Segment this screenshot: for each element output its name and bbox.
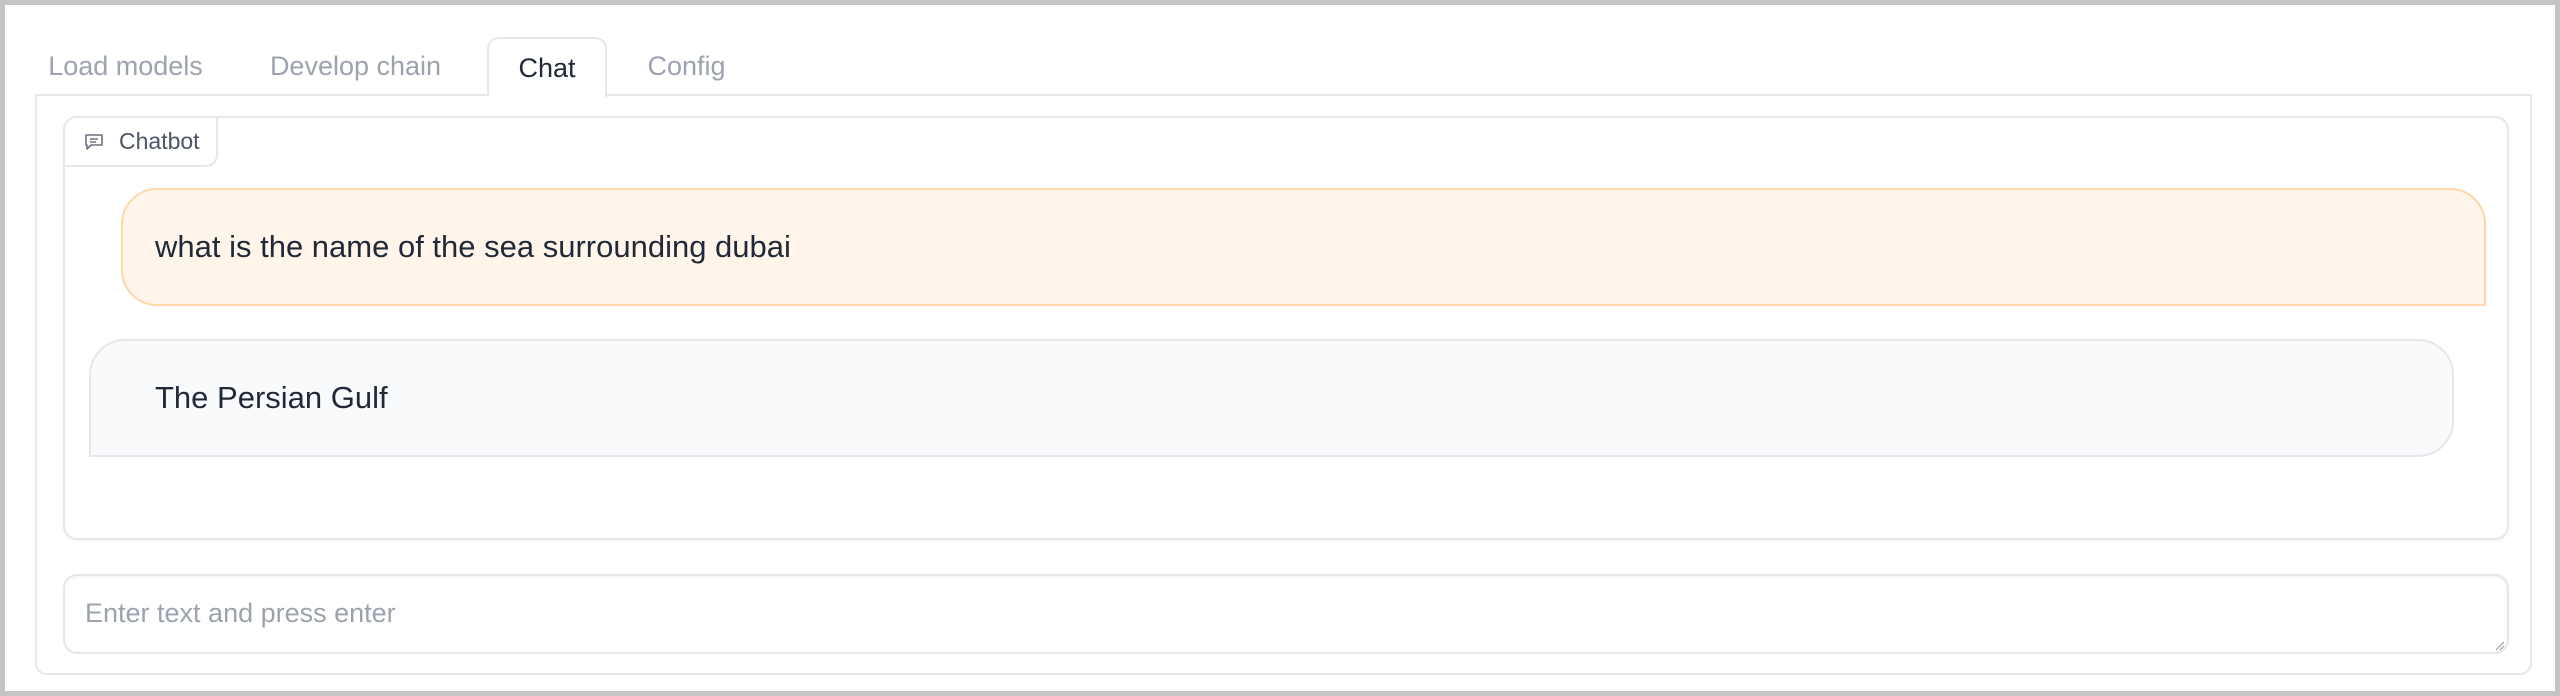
tab-develop-chain[interactable]: Develop chain (248, 37, 463, 95)
chat-icon (83, 131, 105, 153)
bot-message: The Persian Gulf (89, 339, 2454, 457)
message-input[interactable] (65, 576, 2507, 652)
tab-label: Load models (48, 50, 203, 81)
bot-message-text: The Persian Gulf (155, 380, 388, 415)
chat-tab-panel: Chatbot what is the name of the sea surr… (35, 94, 2532, 675)
user-message: what is the name of the sea surrounding … (121, 188, 2486, 306)
chatbot-label-text: Chatbot (119, 128, 200, 154)
tab-label: Develop chain (269, 50, 442, 81)
tab-config[interactable]: Config (629, 37, 744, 95)
tab-load-models[interactable]: Load models (38, 37, 213, 95)
tab-bar: Load models Develop chain Chat Config (38, 37, 2531, 97)
chatbot-panel: Chatbot what is the name of the sea surr… (63, 116, 2509, 540)
tab-label: Chat (518, 52, 576, 83)
tab-chat[interactable]: Chat (487, 37, 607, 97)
tab-label: Config (647, 50, 726, 81)
app-window: Load models Develop chain Chat Config Ch (0, 0, 2560, 696)
resize-handle-icon[interactable] (2493, 638, 2505, 651)
user-message-text: what is the name of the sea surrounding … (155, 229, 791, 264)
chatbot-label: Chatbot (65, 118, 218, 167)
message-input-box (63, 574, 2509, 654)
